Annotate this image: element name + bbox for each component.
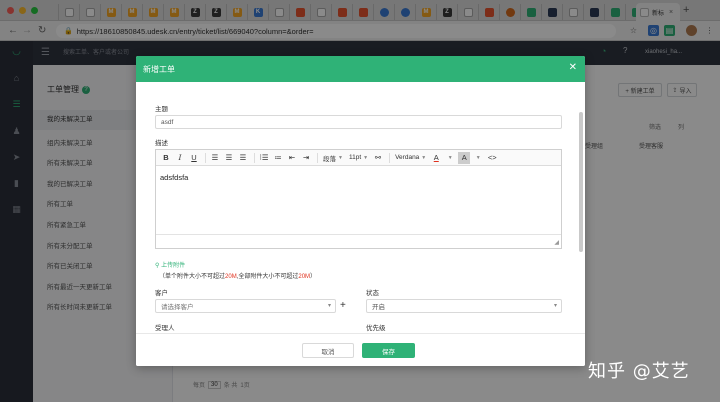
status-label: 状态: [366, 290, 379, 297]
new-ticket-dialog: 新增工单 ✕ 主题 asdf 描述 B I U ☰ ☰ ☰ ⁝☰ ≔ ⇤ ⇥ 段…: [136, 56, 585, 366]
paperclip-icon: ⚲: [155, 263, 160, 269]
subject-label: 主题: [155, 106, 168, 113]
chevron-down-icon: ▼: [338, 154, 343, 161]
chevron-down-icon: ▾: [553, 303, 557, 309]
customer-select[interactable]: 请选择客户 ▾: [155, 299, 336, 313]
font-size-select[interactable]: 11pt ▼: [347, 152, 370, 164]
toolbar-divider: [317, 152, 318, 163]
dialog-footer: 取消 保存: [136, 333, 585, 366]
align-center-icon[interactable]: ☰: [223, 152, 235, 164]
dialog-title: 新增工单: [143, 64, 175, 74]
toolbar-divider: [205, 152, 206, 163]
bullet-list-icon[interactable]: ⁝☰: [258, 152, 270, 164]
font-family-select[interactable]: Verdana ▼: [393, 152, 428, 164]
upload-attachment-link[interactable]: ⚲ 上传附件: [155, 260, 185, 269]
toolbar-divider: [254, 152, 255, 163]
customer-placeholder: 请选择客户: [161, 304, 194, 311]
underline-icon[interactable]: U: [188, 152, 200, 164]
chevron-down-icon: ▼: [421, 154, 427, 161]
note-text: ）: [310, 274, 317, 280]
dialog-scrollbar[interactable]: [579, 112, 583, 252]
bold-icon[interactable]: B: [160, 152, 172, 164]
font-family-label: Verdana: [395, 154, 420, 161]
paragraph-select-label: 段落: [323, 155, 336, 163]
align-right-icon[interactable]: ☰: [237, 152, 249, 164]
font-size-label: 11pt: [348, 154, 362, 161]
attachment-size-note: （单个附件大小不可超过20M,全部附件大小不可超过20M）: [159, 271, 316, 280]
chevron-down-icon: ▾: [327, 303, 331, 309]
paragraph-select[interactable]: 段落 ▼: [321, 152, 345, 164]
watermark-text: 知乎 @艾艺: [588, 361, 690, 382]
priority-label: 优先级: [366, 325, 386, 332]
editor-statusbar: ◢: [156, 234, 561, 248]
highlight-color-icon[interactable]: A: [458, 151, 471, 164]
rich-text-editor: B I U ☰ ☰ ☰ ⁝☰ ≔ ⇤ ⇥ 段落 ▼ 11pt ▼ ⚯ Verdana…: [155, 149, 562, 249]
chevron-down-icon: ▼: [363, 154, 369, 161]
dialog-body: 主题 asdf 描述 B I U ☰ ☰ ☰ ⁝☰ ≔ ⇤ ⇥ 段落 ▼ 11pt…: [136, 82, 585, 333]
subject-input[interactable]: asdf: [155, 115, 562, 129]
toolbar-divider: [389, 152, 391, 163]
add-customer-button[interactable]: +: [340, 300, 346, 311]
description-label: 描述: [155, 140, 168, 147]
italic-icon[interactable]: I: [174, 152, 186, 164]
save-button[interactable]: 保存: [362, 343, 415, 358]
text-color-icon[interactable]: A: [430, 152, 442, 164]
status-select[interactable]: 开启 ▾: [366, 299, 562, 313]
resize-handle-icon[interactable]: ◢: [554, 239, 559, 246]
close-icon[interactable]: ✕: [569, 62, 577, 73]
chevron-down-icon[interactable]: ▼: [444, 152, 456, 164]
indent-icon[interactable]: ⇥: [300, 152, 312, 164]
editor-content[interactable]: adsfdsfa: [160, 173, 188, 182]
note-text: ,全部附件大小不可超过: [236, 274, 299, 280]
source-code-icon[interactable]: <>: [486, 152, 498, 164]
outdent-icon[interactable]: ⇤: [286, 152, 298, 164]
status-value: 开启: [372, 304, 385, 311]
chevron-down-icon[interactable]: ▼: [472, 152, 484, 164]
note-size: 20M: [298, 274, 311, 280]
align-left-icon[interactable]: ☰: [209, 152, 221, 164]
upload-label: 上传附件: [161, 263, 186, 269]
customer-label: 客户: [155, 290, 168, 297]
editor-toolbar: B I U ☰ ☰ ☰ ⁝☰ ≔ ⇤ ⇥ 段落 ▼ 11pt ▼ ⚯ Verdana…: [156, 150, 561, 166]
link-icon[interactable]: ⚯: [372, 152, 384, 164]
assignee-label: 受理人: [155, 325, 175, 332]
dialog-header: 新增工单 ✕: [136, 56, 585, 82]
note-text: （单个附件大小不可超过: [159, 274, 226, 280]
numbered-list-icon[interactable]: ≔: [272, 152, 284, 164]
note-size: 20M: [225, 274, 237, 280]
cancel-button[interactable]: 取消: [302, 343, 354, 358]
